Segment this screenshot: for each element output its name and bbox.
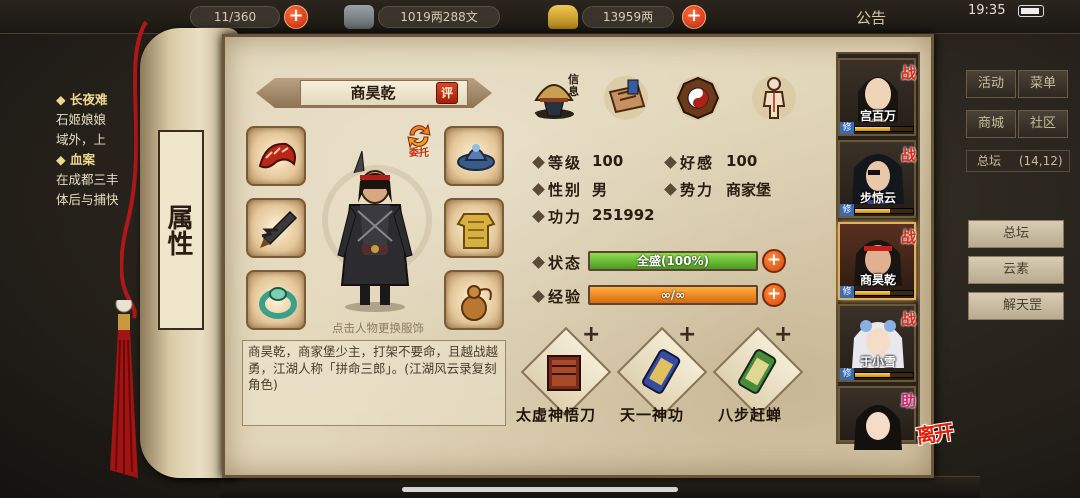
gold-amount: 13959两 (582, 6, 674, 28)
member-exp-bar (854, 208, 914, 214)
status-label: 状态 (548, 254, 583, 272)
battery-icon (1018, 5, 1044, 17)
level-label: 等级 (548, 154, 583, 172)
roster-member-4[interactable]: 于小雪 修 战 (838, 304, 916, 382)
equip-slot-helmet[interactable] (246, 126, 306, 186)
gourd-icon (461, 285, 492, 321)
inventory-tab-icon[interactable] (600, 72, 652, 124)
skill-name-3: 八步赶蝉 (718, 406, 783, 424)
home-indicator (402, 487, 678, 492)
tassel-icon (110, 300, 138, 478)
character-name: 商昊乾 (350, 84, 396, 102)
activity-button[interactable]: 活动 (966, 70, 1016, 98)
bagua-tab-icon[interactable] (672, 72, 724, 124)
status-clock: 19:35 (968, 3, 1006, 18)
member-battle-tag: 战 (900, 310, 916, 328)
member-cultivate-badge: 修 (840, 286, 854, 298)
status-bar: 全盛(100%) (588, 251, 758, 271)
faction-label: 势力 (680, 181, 715, 199)
dragon-helm-icon (258, 142, 296, 169)
leave-button[interactable]: 离开 (914, 416, 954, 450)
power-label: 功力 (548, 208, 583, 226)
exp-bar-text: ∞/∞ (660, 288, 686, 302)
shop-button[interactable]: 商城 (966, 110, 1016, 138)
status-bar-text: 全盛(100%) (636, 254, 710, 268)
scroll-title: 属性 (163, 204, 193, 256)
community-button[interactable]: 社区 (1018, 110, 1068, 138)
character-description: 商昊乾，商家堡少主，打架不要命，且越战越勇，江湖人称「拼命三郎」。(江湖风云录复… (248, 344, 499, 392)
power-value: 251992 (592, 206, 655, 224)
party-plus-button[interactable]: + (284, 5, 308, 29)
favor-value: 100 (726, 152, 758, 170)
saber-manual-icon (547, 355, 581, 391)
member-exp-bar (854, 126, 914, 132)
rate-button[interactable]: 评 (436, 82, 458, 104)
location-name: 总坛 (977, 154, 1002, 168)
scroll-manual-icon (738, 349, 777, 394)
skill-name-1: 太虚神悟刀 (516, 406, 597, 424)
status-plus-button[interactable]: + (762, 249, 786, 273)
gender-value: 男 (592, 181, 608, 199)
gold-plus-button[interactable]: + (682, 5, 706, 29)
change-outfit-hint: 点击人物更换服饰 (332, 321, 424, 335)
equip-slot-accessory[interactable] (444, 270, 504, 330)
equip-slot-hat[interactable] (444, 126, 504, 186)
info-tab-label: 信息 (568, 73, 579, 98)
saber-icon (260, 210, 298, 248)
member-cultivate-badge: 修 (840, 122, 854, 134)
faction-value: 商家堡 (726, 181, 772, 199)
golden-armor-icon (456, 213, 496, 249)
skill-name-2: 天一神功 (620, 406, 685, 424)
roster-member-5[interactable]: 助 (838, 386, 916, 450)
jade-bracelet-icon (259, 287, 297, 319)
member-battle-tag: 战 (900, 146, 916, 164)
member-battle-tag: 战 (900, 228, 916, 246)
notice-button[interactable]: 公告 (856, 7, 886, 28)
top-resource-bar: 11/360 + 1019两288文 13959两 + 公告 19:35 (0, 0, 1080, 34)
equip-slot-weapon[interactable] (246, 198, 306, 258)
skill-plus-3[interactable]: + (774, 322, 792, 347)
delegate-label: 委托 (409, 148, 429, 159)
member-exp-bar (854, 372, 914, 378)
exp-label: 经验 (548, 288, 583, 306)
character-figure[interactable] (320, 145, 430, 315)
roster-member-2[interactable]: 步惊云 修 战 (838, 140, 916, 218)
roster-member-1[interactable]: 宫百万 修 战 (838, 58, 916, 136)
favor-label: 好感 (680, 154, 715, 172)
party-count: 11/360 (190, 6, 280, 28)
member-cultivate-badge: 修 (840, 368, 854, 380)
member-battle-tag: 战 (900, 64, 916, 82)
list-item-yunsu[interactable]: 云素 (968, 256, 1064, 284)
member-cultivate-badge: 修 (840, 204, 854, 216)
exp-bar: ∞/∞ (588, 285, 758, 305)
silver-amount: 1019两288文 (378, 6, 500, 28)
portrait-icon (854, 405, 902, 450)
location-coords: (14,12) (1018, 154, 1063, 168)
equip-slot-armor[interactable] (444, 198, 504, 258)
list-item-jietiangang[interactable]: 解天罡 (968, 292, 1064, 320)
member-assist-tag: 助 (900, 392, 916, 410)
blue-hat-icon (457, 144, 495, 171)
menu-button[interactable]: 菜单 (1018, 70, 1068, 98)
gold-icon (548, 5, 578, 29)
level-value: 100 (592, 152, 624, 170)
silver-icon (344, 5, 374, 29)
roster-member-3[interactable]: 商昊乾 修 战 (838, 222, 916, 300)
skill-plus-2[interactable]: + (678, 322, 696, 347)
gender-label: 性别 (548, 181, 583, 199)
member-exp-bar (854, 290, 914, 296)
location-indicator: 总坛 (14,12) (966, 150, 1070, 172)
equip-slot-ring[interactable] (246, 270, 306, 330)
skill-plus-1[interactable]: + (582, 322, 600, 347)
exp-plus-button[interactable]: + (762, 283, 786, 307)
meridian-tab-icon[interactable] (748, 72, 800, 124)
scroll-manual-icon (642, 349, 681, 394)
list-item-zongtan[interactable]: 总坛 (968, 220, 1064, 248)
